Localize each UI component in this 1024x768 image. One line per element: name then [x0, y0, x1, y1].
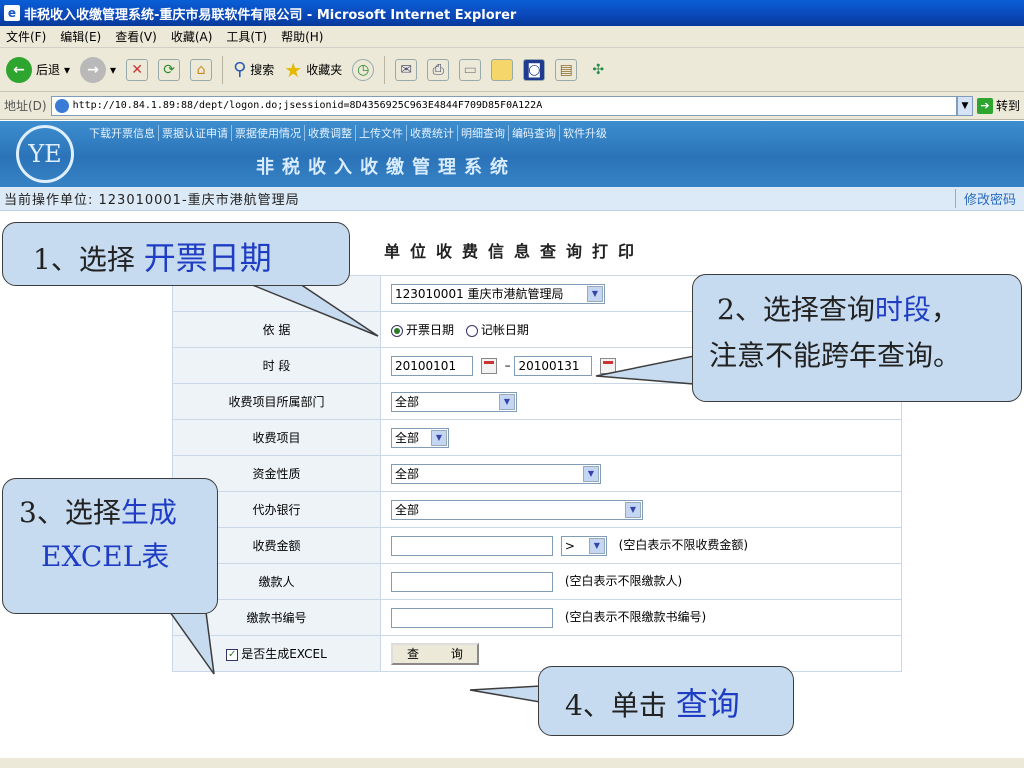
- callout-3: 3、选择生成 EXCEL表: [2, 478, 218, 614]
- callout-2: 2、选择查询时段， 注意不能跨年查询。: [692, 274, 1022, 402]
- callout-2-highlight: 时段: [874, 293, 931, 326]
- callout-3-text: 3、选择: [19, 496, 121, 529]
- callout-1: 1、选择 开票日期: [2, 222, 350, 286]
- callout-2-comma: ，: [930, 293, 959, 326]
- callout-1-highlight: 开票日期: [143, 239, 272, 277]
- callout-1-text: 1、选择: [33, 243, 135, 276]
- status-bar: [0, 758, 1024, 768]
- callout-4-text: 4、单击: [565, 689, 667, 722]
- callout-2-text: 2、选择查询: [717, 293, 875, 326]
- callout-3-line2: EXCEL表: [41, 540, 170, 573]
- callout-4: 4、单击 查询: [538, 666, 794, 736]
- callout-2-line2: 注意不能跨年查询。: [709, 339, 962, 372]
- callout-2-tail: [595, 355, 695, 385]
- callout-3-highlight: 生成: [120, 496, 177, 529]
- callout-3-tail: [168, 611, 215, 675]
- callout-4-highlight: 查询: [675, 685, 740, 723]
- callout-1-tail: [249, 283, 379, 337]
- callout-4-tail: [469, 685, 541, 703]
